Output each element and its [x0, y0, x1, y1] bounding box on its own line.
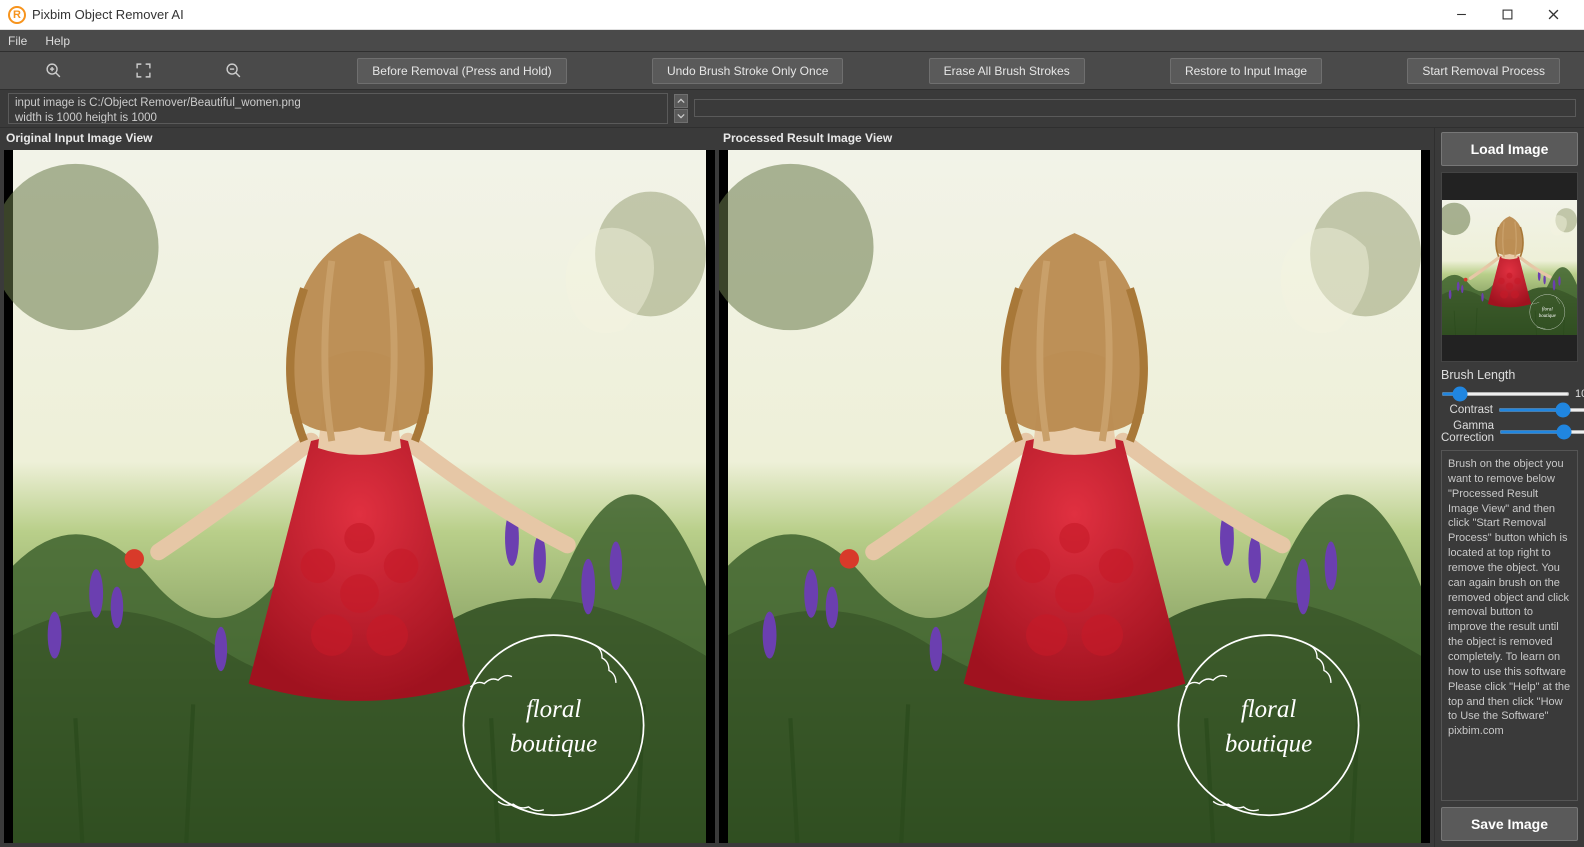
- start-removal-button[interactable]: Start Removal Process: [1407, 58, 1560, 84]
- titlebar: R Pixbim Object Remover AI: [0, 0, 1584, 30]
- menubar: File Help: [0, 30, 1584, 52]
- info-line-1: input image is C:/Object Remover/Beautif…: [15, 96, 661, 111]
- zoom-in-icon[interactable]: [8, 62, 98, 79]
- info-box: input image is C:/Object Remover/Beautif…: [8, 93, 668, 124]
- undo-brush-button[interactable]: Undo Brush Stroke Only Once: [652, 58, 843, 84]
- restore-button[interactable]: Restore to Input Image: [1170, 58, 1322, 84]
- spinner-down-icon[interactable]: [674, 109, 688, 123]
- info-bar: input image is C:/Object Remover/Beautif…: [0, 90, 1584, 128]
- close-button[interactable]: [1530, 0, 1576, 30]
- zoom-out-icon[interactable]: [188, 62, 278, 79]
- left-panel-header: Original Input Image View: [0, 128, 717, 150]
- window-title: Pixbim Object Remover AI: [32, 7, 1438, 22]
- app-logo-icon: R: [8, 6, 26, 24]
- info-spinner[interactable]: [674, 93, 688, 124]
- erase-all-button[interactable]: Erase All Brush Strokes: [929, 58, 1085, 84]
- fit-screen-icon[interactable]: [98, 62, 188, 79]
- save-image-button[interactable]: Save Image: [1441, 807, 1578, 841]
- info-line-2: width is 1000 height is 1000: [15, 111, 661, 124]
- thumbnail-preview: [1441, 172, 1578, 362]
- contrast-slider[interactable]: [1498, 408, 1584, 412]
- help-text: Brush on the object you want to remove b…: [1441, 450, 1578, 801]
- sidebar: Load Image Brush Length 10 Contrast 0 Ga…: [1434, 128, 1584, 847]
- processed-image-canvas[interactable]: [719, 150, 1430, 843]
- brush-length-slider[interactable]: [1441, 392, 1570, 396]
- brush-length-label: Brush Length: [1441, 368, 1578, 384]
- gamma-slider[interactable]: [1499, 430, 1584, 434]
- maximize-button[interactable]: [1484, 0, 1530, 30]
- contrast-label: Contrast: [1441, 404, 1493, 416]
- gamma-label: Gamma Correction: [1441, 420, 1494, 444]
- brush-length-value: 10: [1575, 388, 1584, 400]
- menu-help[interactable]: Help: [45, 34, 70, 48]
- minimize-button[interactable]: [1438, 0, 1484, 30]
- status-field: [694, 99, 1576, 117]
- menu-file[interactable]: File: [8, 34, 27, 48]
- original-image-canvas[interactable]: [4, 150, 715, 843]
- right-panel-header: Processed Result Image View: [717, 128, 1434, 150]
- spinner-up-icon[interactable]: [674, 94, 688, 108]
- before-removal-button[interactable]: Before Removal (Press and Hold): [357, 58, 566, 84]
- toolbar: Before Removal (Press and Hold) Undo Bru…: [0, 52, 1584, 90]
- load-image-button[interactable]: Load Image: [1441, 132, 1578, 166]
